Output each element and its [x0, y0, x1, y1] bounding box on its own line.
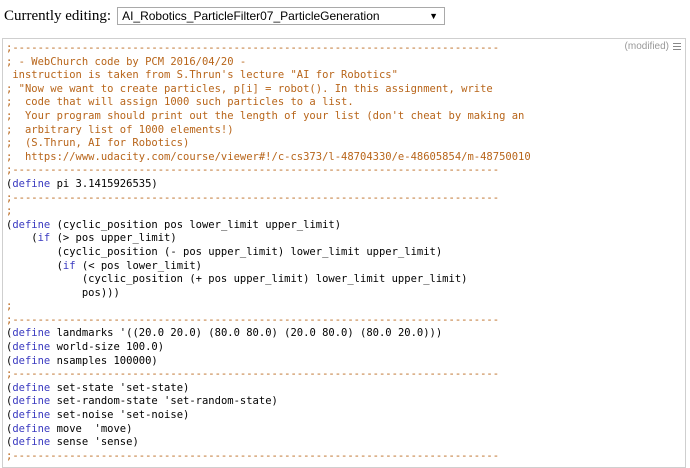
code-text: (cyclic_position pos lower_limit upper_l… — [50, 218, 342, 231]
code-line: ;---------------------------------------… — [6, 314, 685, 328]
code-keyword: define — [12, 177, 51, 190]
code-line: (if (< pos lower_limit) — [6, 260, 685, 274]
code-keyword: define — [12, 409, 51, 422]
code-comment: ; Your program should print out the leng… — [6, 109, 525, 122]
code-comment: ;---------------------------------------… — [6, 449, 500, 462]
code-line: (define (cyclic_position pos lower_limit… — [6, 219, 685, 233]
code-line: ;---------------------------------------… — [6, 368, 685, 382]
code-comment: ;---------------------------------------… — [6, 42, 500, 54]
code-comment: ; arbitrary list of 1000 elements!) — [6, 123, 234, 136]
code-line: ; — [6, 300, 685, 314]
code-line: (define sense 'sense) — [6, 436, 685, 450]
code-text: (< pos lower_limit) — [75, 259, 202, 272]
code-keyword: define — [12, 327, 51, 340]
code-editor[interactable]: (modified) ;----------------------------… — [2, 38, 686, 468]
selected-file-name: AI_Robotics_ParticleFilter07_ParticleGen… — [122, 9, 380, 23]
file-select-dropdown[interactable]: AI_Robotics_ParticleFilter07_ParticleGen… — [117, 7, 446, 25]
code-line: (define set-random-state 'set-random-sta… — [6, 395, 685, 409]
code-keyword: if — [62, 259, 76, 272]
code-text: (cyclic_position (+ pos upper_limit) low… — [6, 273, 468, 286]
code-line: ; Your program should print out the leng… — [6, 110, 685, 124]
code-line: ; - WebChurch code by PCM 2016/04/20 - — [6, 56, 685, 70]
code-line: (define set-noise 'set-noise) — [6, 409, 685, 423]
code-keyword: define — [12, 354, 51, 367]
code-line: ;---------------------------------------… — [6, 192, 685, 206]
code-content[interactable]: ;---------------------------------------… — [3, 39, 685, 463]
code-line: ;---------------------------------------… — [6, 450, 685, 464]
code-line: ; — [6, 205, 685, 219]
code-comment: ; — [6, 300, 13, 313]
code-text: ( — [6, 232, 38, 245]
code-text: set-random-state 'set-random-state) — [50, 395, 278, 408]
code-line: (cyclic_position (- pos upper_limit) low… — [6, 246, 685, 260]
currently-editing-label: Currently editing: — [4, 7, 112, 24]
code-comment: ; — [6, 205, 13, 218]
modified-status: (modified) — [621, 41, 681, 52]
menu-icon[interactable] — [673, 41, 681, 52]
code-comment: ; "Now we want to create particles, p[i]… — [6, 82, 493, 95]
code-text: landmarks '((20.0 20.0) (80.0 80.0) (20.… — [50, 327, 443, 340]
code-comment: ; https://www.udacity.com/course/viewer#… — [6, 150, 531, 163]
modified-status-text: (modified) — [624, 41, 669, 52]
code-text: (> pos upper_limit) — [50, 232, 177, 245]
code-text: set-state 'set-state) — [50, 381, 190, 394]
code-comment: ; - WebChurch code by PCM 2016/04/20 - — [6, 55, 247, 68]
code-line: (define nsamples 100000) — [6, 355, 685, 369]
code-keyword: define — [12, 341, 51, 354]
code-line: instruction is taken from S.Thrun's lect… — [6, 69, 685, 83]
code-text: world-size 100.0) — [50, 341, 165, 354]
code-keyword: define — [12, 436, 51, 449]
code-keyword: define — [12, 218, 51, 231]
code-line: ;---------------------------------------… — [6, 42, 685, 56]
code-keyword: define — [12, 381, 51, 394]
code-text: ( — [6, 259, 63, 272]
code-comment: ; (S.Thrun, AI for Robotics) — [6, 137, 190, 150]
code-text: pi 3.1415926535) — [50, 177, 158, 190]
dropdown-arrow-icon[interactable]: ▼ — [429, 11, 438, 21]
code-line: (if (> pos upper_limit) — [6, 232, 685, 246]
code-text: (cyclic_position (- pos upper_limit) low… — [6, 245, 443, 258]
code-comment: instruction is taken from S.Thrun's lect… — [6, 69, 398, 82]
code-line: ; https://www.udacity.com/course/viewer#… — [6, 151, 685, 165]
code-line: (define set-state 'set-state) — [6, 382, 685, 396]
code-line: (define world-size 100.0) — [6, 341, 685, 355]
file-selector-bar: Currently editing: AI_Robotics_ParticleF… — [4, 5, 446, 27]
code-line: ;---------------------------------------… — [6, 164, 685, 178]
code-line: ; code that will assign 1000 such partic… — [6, 96, 685, 110]
code-line: (define pi 3.1415926535) — [6, 178, 685, 192]
code-keyword: if — [37, 232, 51, 245]
code-line: ; "Now we want to create particles, p[i]… — [6, 83, 685, 97]
code-line: (define move 'move) — [6, 423, 685, 437]
code-comment: ;---------------------------------------… — [6, 164, 500, 177]
code-keyword: define — [12, 422, 51, 435]
code-comment: ;---------------------------------------… — [6, 313, 500, 326]
code-line: (define landmarks '((20.0 20.0) (80.0 80… — [6, 327, 685, 341]
code-line: pos))) — [6, 287, 685, 301]
code-text: move 'move) — [50, 422, 133, 435]
code-comment: ; code that will assign 1000 such partic… — [6, 96, 354, 109]
code-comment: ;---------------------------------------… — [6, 368, 500, 381]
code-line: ; (S.Thrun, AI for Robotics) — [6, 137, 685, 151]
code-text: set-noise 'set-noise) — [50, 409, 190, 422]
code-text: nsamples 100000) — [50, 354, 158, 367]
code-line: (cyclic_position (+ pos upper_limit) low… — [6, 273, 685, 287]
code-keyword: define — [12, 395, 51, 408]
code-text: pos))) — [6, 286, 120, 299]
code-comment: ;---------------------------------------… — [6, 191, 500, 204]
code-text: sense 'sense) — [50, 436, 139, 449]
code-line: ; arbitrary list of 1000 elements!) — [6, 124, 685, 138]
